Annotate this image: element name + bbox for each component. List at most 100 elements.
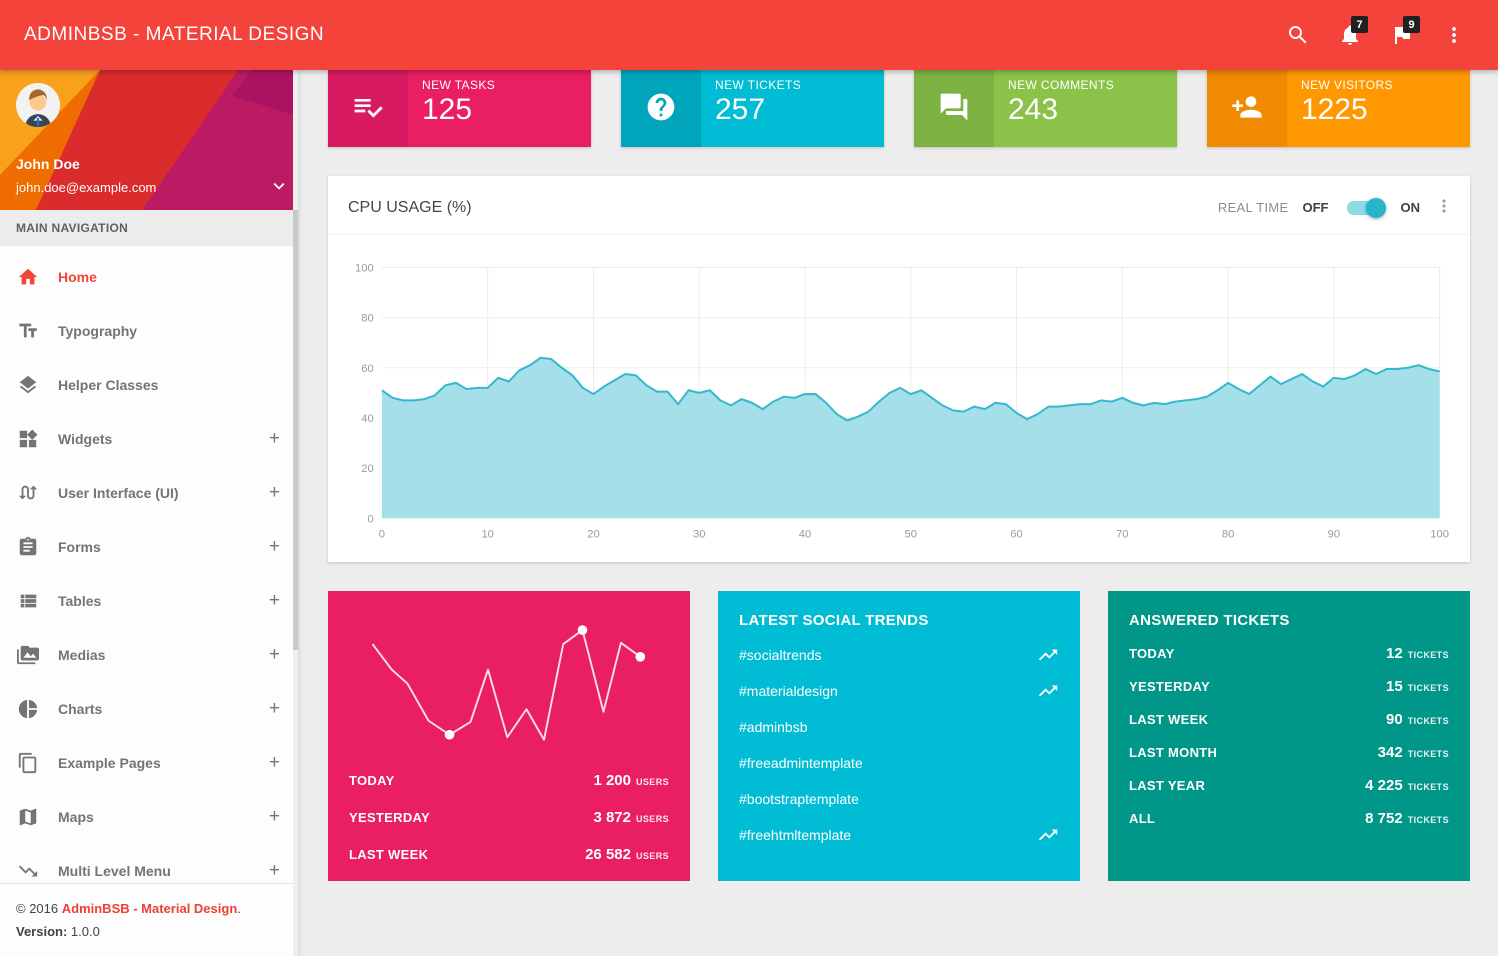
sidebar-item-user-interface-ui[interactable]: User Interface (UI) + (0, 466, 298, 520)
svg-text:30: 30 (693, 529, 705, 541)
expand-plus-icon[interactable]: + (269, 536, 280, 558)
stat-label: LAST WEEK (1129, 712, 1208, 727)
expand-plus-icon[interactable]: + (269, 644, 280, 666)
users-spark-wrap (328, 591, 690, 758)
expand-plus-icon[interactable]: + (269, 590, 280, 612)
notifications-icon[interactable]: 7 (1330, 15, 1370, 55)
trends-card-title: LATEST SOCIAL TRENDS (718, 591, 1080, 637)
multi-level-icon (17, 860, 39, 882)
sidebar-item-label: Medias (58, 647, 105, 663)
svg-text:20: 20 (361, 463, 373, 475)
stat-row-yesterday: YESTERDAY3 872USERS (349, 799, 669, 836)
stat-row-all: ALL 8 752 TICKETS (1129, 802, 1449, 835)
info-box-label: NEW TICKETS (715, 78, 801, 92)
stat-value: 4 225 (1365, 777, 1403, 794)
stat-label: LAST WEEK (349, 847, 428, 862)
expand-plus-icon[interactable]: + (269, 698, 280, 720)
sidebar-item-label: Charts (58, 701, 102, 717)
cpu-usage-card: CPU USAGE (%) REAL TIME OFF ON 010203040… (328, 176, 1470, 562)
stat-value: 26 582 (585, 846, 631, 863)
stat-unit: TICKETS (1408, 683, 1449, 693)
chevron-down-icon[interactable] (268, 175, 290, 200)
stat-unit: USERS (636, 814, 669, 824)
stat-unit: USERS (636, 777, 669, 787)
svg-text:90: 90 (1328, 529, 1340, 541)
sidebar-item-charts[interactable]: Charts + (0, 682, 298, 736)
info-box-content: NEW TASKS125 (408, 67, 509, 147)
sidebar-item-label: Tables (58, 593, 101, 609)
info-box-new-tickets: NEW TICKETS257 (621, 67, 884, 147)
person-add-icon (1207, 67, 1287, 147)
sidebar-item-medias[interactable]: Medias + (0, 628, 298, 682)
playlist-check-icon (328, 67, 408, 147)
real-time-toggle[interactable] (1347, 201, 1383, 215)
cpu-card-menu-icon[interactable] (1434, 196, 1454, 219)
expand-plus-icon[interactable]: + (269, 752, 280, 774)
stat-unit: TICKETS (1408, 815, 1449, 825)
trend-item-freehtmltemplate: #freehtmltemplate (739, 817, 1059, 853)
sidebar-item-widgets[interactable]: Widgets + (0, 412, 298, 466)
expand-plus-icon[interactable]: + (269, 428, 280, 450)
widgets-icon (17, 428, 39, 450)
stat-label: YESTERDAY (349, 810, 430, 825)
pie-chart-icon (17, 698, 39, 720)
svg-text:40: 40 (799, 529, 811, 541)
spark-marker (635, 652, 645, 662)
stat-value: 15 (1386, 678, 1403, 695)
info-box-value: 243 (1008, 93, 1114, 127)
user-name: John Doe (16, 156, 290, 172)
sidebar-item-home[interactable]: Home (0, 250, 298, 304)
sidebar-item-tables[interactable]: Tables + (0, 574, 298, 628)
search-icon[interactable] (1278, 15, 1318, 55)
info-box-value: 125 (422, 93, 495, 127)
sidebar-item-typography[interactable]: Typography (0, 304, 298, 358)
sidebar-scrollbar-thumb[interactable] (293, 210, 298, 650)
sidebar-item-maps[interactable]: Maps+ (0, 790, 298, 844)
sidebar-scrollbar[interactable] (293, 70, 298, 956)
sidebar-item-label: Widgets (58, 431, 112, 447)
stat-row-yesterday: YESTERDAY 15 TICKETS (1129, 670, 1449, 703)
user-email: john.doe@example.com (16, 180, 156, 195)
sidebar-menu: HomeTypographyHelper ClassesWidgets+User… (0, 246, 298, 883)
info-box-new-tasks: NEW TASKS125 (328, 67, 591, 147)
stat-unit: TICKETS (1408, 749, 1449, 759)
stat-value: 8 752 (1365, 810, 1403, 827)
info-box-label: NEW TASKS (422, 78, 495, 92)
stat-unit: USERS (636, 851, 669, 861)
svg-text:10: 10 (481, 529, 493, 541)
sidebar-item-label: User Interface (UI) (58, 485, 179, 501)
copy-icon (17, 752, 39, 774)
users-stats: TODAY1 200USERSYESTERDAY3 872USERSLAST W… (328, 758, 690, 873)
sidebar-item-forms[interactable]: Forms+ (0, 520, 298, 574)
forum-icon (914, 67, 994, 147)
avatar[interactable] (16, 83, 60, 127)
stat-row-last-week: LAST WEEK 26 582 USERS (349, 836, 669, 873)
trending-up-icon (1037, 680, 1059, 702)
brand-link[interactable]: AdminBSB - Material Design (62, 901, 238, 916)
sidebar-item-helper-classes[interactable]: Helper Classes (0, 358, 298, 412)
app-bar: ADMINBSB - MATERIAL DESIGN 7 9 (0, 0, 1498, 70)
answered-tickets-card: ANSWERED TICKETS TODAY12TICKETSYESTERDAY… (1108, 591, 1470, 881)
stat-row-last-year: LAST YEAR4 225TICKETS (1129, 769, 1449, 802)
stat-label: YESTERDAY (1129, 679, 1210, 694)
flag-icon[interactable]: 9 (1382, 15, 1422, 55)
bottom-card-row: TODAY1 200USERSYESTERDAY3 872USERSLAST W… (328, 591, 1470, 881)
expand-plus-icon[interactable]: + (269, 806, 280, 828)
sidebar-item-label: Example Pages (58, 755, 161, 771)
trend-item-bootstraptemplate: #bootstraptemplate (739, 781, 1059, 817)
info-box-label: NEW VISITORS (1301, 78, 1393, 92)
more-vert-icon[interactable] (1434, 15, 1474, 55)
sidebar-item-label: Typography (58, 323, 137, 339)
trend-tag: #materialdesign (739, 683, 838, 699)
sidebar-item-example-pages[interactable]: Example Pages + (0, 736, 298, 790)
question-icon (645, 91, 677, 123)
sidebar-item-multi-level-menu[interactable]: Multi Level Menu+ (0, 844, 298, 883)
cpu-card-body: 0102030405060708090100020406080100 (328, 235, 1470, 562)
svg-text:50: 50 (905, 529, 917, 541)
stat-label: LAST YEAR (1129, 778, 1205, 793)
stat-label: ALL (1129, 811, 1155, 826)
sidebar-item-label: Helper Classes (58, 377, 158, 393)
expand-plus-icon[interactable]: + (269, 860, 280, 882)
svg-text:80: 80 (361, 313, 373, 325)
expand-plus-icon[interactable]: + (269, 482, 280, 504)
